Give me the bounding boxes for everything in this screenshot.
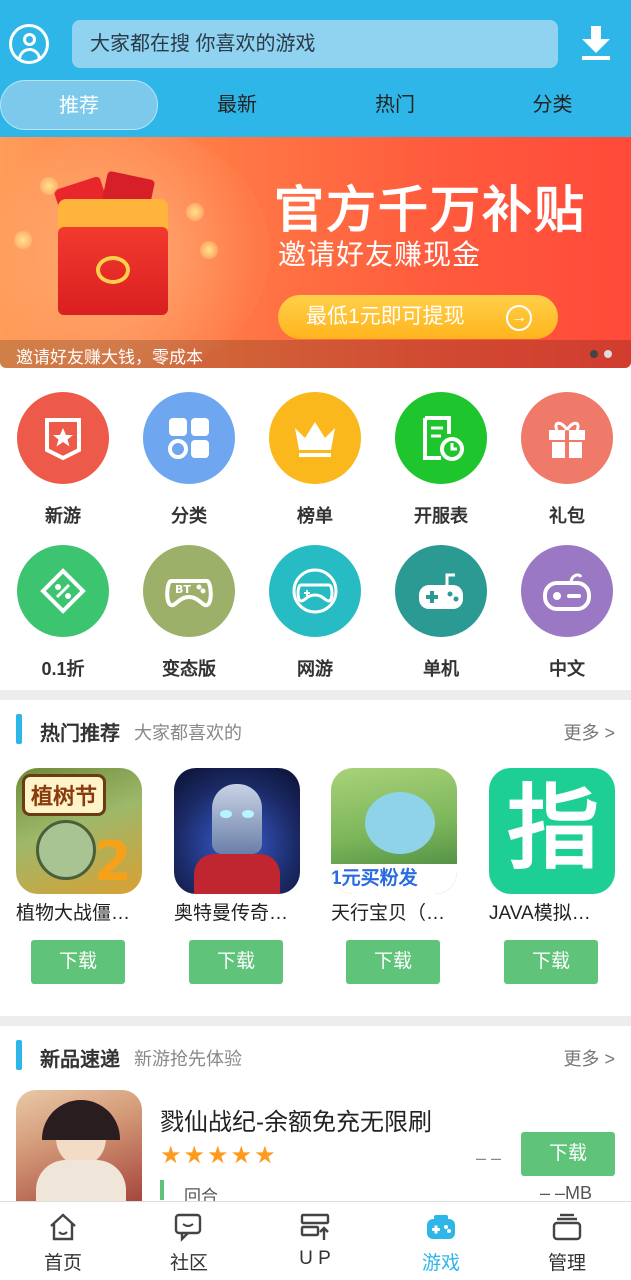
gamepad-icon [427,1215,455,1239]
game-icon[interactable]: 1元买粉发 [331,768,457,894]
tab-hot[interactable]: 热门 [316,80,474,130]
tab-latest[interactable]: 最新 [158,80,316,130]
svg-text:BT: BT [175,583,191,596]
hot-more-link[interactable]: 更多 > [563,719,615,745]
promo-banner[interactable]: 官方千万补贴 邀请好友赚现金 最低1元即可提现 → 邀请好友赚大钱，零成本 [0,137,631,368]
download-button[interactable]: 下载 [504,940,598,984]
banner-subline: 邀请好友赚现金 [278,239,482,270]
category-gifts[interactable]: 礼包 [519,392,615,532]
banner-headline: 官方千万补贴 [274,182,586,238]
top-header: 大家都在搜 你喜欢的游戏 推荐 最新 热门 分类 [0,0,631,137]
download-button[interactable]: 下载 [346,940,440,984]
new-section-subtitle: 新游抢先体验 [134,1049,242,1069]
new-game-name[interactable]: 戮仙战纪-余额免充无限刷 [160,1102,432,1137]
hot-section-title: 热门推荐 [40,723,120,745]
category-bt-version[interactable]: BT 变态版 [141,545,237,685]
category-online-games[interactable]: 网游 [267,545,363,685]
game-name: 天行宝贝（… [331,903,446,924]
category-ranking[interactable]: 榜单 [267,392,363,532]
hot-section-subtitle: 大家都喜欢的 [134,723,242,743]
tab-recommend[interactable]: 推荐 [0,80,158,130]
online-gamepad-icon [269,545,361,637]
game-icon[interactable]: 指 [489,768,615,894]
banner-cta-label: 最低1元即可提现 [306,305,465,328]
category-server-schedule[interactable]: 开服表 [393,392,489,532]
banner-caption: 邀请好友赚大钱，零成本 [16,348,203,367]
rating-score: – – [476,1148,502,1168]
up-icon [300,1213,330,1240]
rating-stars: ★★★★★ [160,1142,278,1169]
download-button[interactable]: 下载 [189,940,283,984]
category-new-games[interactable]: 新游 [15,392,111,532]
game-icon[interactable]: 植树节 2 [16,768,142,894]
game-icon[interactable] [16,1090,142,1202]
arrow-right-icon: → [506,305,532,331]
nav-games[interactable]: 游戏 [378,1202,504,1280]
game-name: 奥特曼传奇… [174,903,289,924]
category-discount[interactable]: 0.1折 [15,545,111,685]
manage-icon [552,1213,582,1241]
nav-community[interactable]: 社区 [126,1202,252,1280]
download-button[interactable]: 下载 [31,940,125,984]
top-tabs: 推荐 最新 热门 分类 [0,80,631,130]
nav-manage[interactable]: 管理 [504,1202,630,1280]
gift-icon [521,392,613,484]
community-icon [174,1213,202,1242]
schedule-icon [395,392,487,484]
game-icon[interactable] [174,768,300,894]
discount-tag-icon [17,545,109,637]
category-chinese[interactable]: 中文 [519,545,615,685]
home-icon [50,1213,76,1241]
nav-home[interactable]: 首页 [0,1202,126,1280]
bottom-nav: 首页 社区 U P 游戏 管理 [0,1201,631,1280]
tab-category[interactable]: 分类 [474,80,631,130]
category-classify[interactable]: 分类 [141,392,237,532]
game-name: 植物大战僵… [16,903,131,924]
banner-cta-button[interactable]: 最低1元即可提现 → [278,295,558,339]
nav-up[interactable]: U P [252,1202,378,1280]
download-icon[interactable] [578,24,614,64]
coin-icon [96,256,130,284]
category-standalone[interactable]: 单机 [393,545,489,685]
game-name: JAVA模拟… [489,903,591,924]
joystick-icon [395,545,487,637]
carousel-dot-active[interactable] [590,350,598,358]
grid-icon [143,392,235,484]
user-avatar-icon[interactable] [9,24,49,64]
search-input[interactable]: 大家都在搜 你喜欢的游戏 [72,20,558,68]
bt-gamepad-icon: BT [143,545,235,637]
new-more-link[interactable]: 更多 > [563,1045,615,1071]
carousel-dot[interactable] [604,350,612,358]
shield-star-icon [17,392,109,484]
new-section-title: 新品速递 [40,1049,120,1071]
crown-icon [269,392,361,484]
download-button[interactable]: 下载 [521,1132,615,1176]
controller-icon [521,545,613,637]
